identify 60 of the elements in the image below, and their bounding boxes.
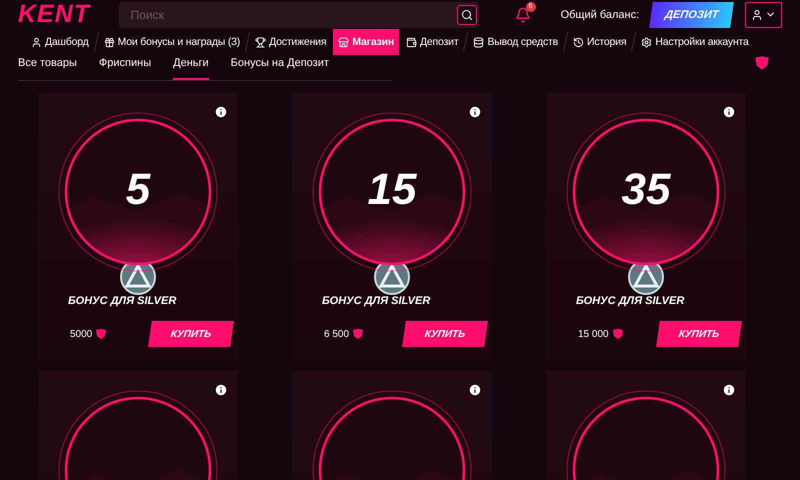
user-menu-button[interactable] [744,2,782,28]
info-button[interactable] [722,105,736,119]
gift-icon [104,36,115,48]
buy-button[interactable]: КУПИТЬ [148,321,234,347]
user-icon [31,36,42,48]
nav-label: Вывод средств [487,36,558,48]
search-field[interactable]: Поиск [118,2,479,28]
points-shield-icon[interactable] [754,55,770,71]
settings-icon [641,36,652,48]
bonus-title: БОНУС ДЛЯ SILVER [576,295,684,307]
coin-icon [352,328,364,340]
category-tab[interactable]: Бонусы на Депозит [230,57,329,80]
search-button[interactable] [456,4,477,24]
nav-label: Магазин [352,36,394,48]
coin-icon [95,328,108,340]
nav-label: Достижения [269,36,326,48]
nav-item[interactable]: Достижения [250,29,332,55]
buy-button[interactable]: КУПИТЬ [656,321,742,347]
search-icon [460,8,473,20]
coin-icon [612,328,624,340]
nav-item[interactable]: Депозит [401,29,464,55]
info-button[interactable] [468,105,482,119]
wallet-icon [406,36,417,48]
clock-icon [572,36,584,48]
bonus-amount: 15 [366,165,418,215]
nav-label: Мои бонусы и награды (3) [118,36,240,48]
price: 5000 [70,328,92,340]
category-tab[interactable]: Фриспины [98,57,152,80]
nav-label: Настройки аккаунта [655,36,749,48]
deposit-button[interactable]: ДЕПОЗИТ [649,2,734,28]
price: 6 500 [324,328,350,340]
nav-label: Дашборд [45,36,89,48]
buy-button[interactable]: КУПИТЬ [402,321,488,347]
nav-item[interactable]: Настройки аккаунта [636,29,754,55]
bonus-title: БОНУС ДЛЯ SILVER [322,295,430,307]
trophy-icon [255,36,266,48]
bell-icon[interactable] [514,6,531,22]
bonus-title: БОНУС ДЛЯ SILVER [68,295,176,307]
kent-logo[interactable]: KENT [18,0,103,29]
nav-label: История [586,36,626,48]
price: 15 000 [578,328,609,340]
category-tab[interactable]: Деньги [173,57,209,80]
bonus-amount: 35 [620,165,672,215]
nav-item[interactable]: Магазин [333,29,399,55]
nav-item[interactable]: Дашборд [26,29,94,55]
category-tab[interactable]: Все товары [18,57,77,80]
info-button[interactable] [214,105,228,119]
bonus-amount: 5 [124,165,152,215]
user-icon [750,8,763,20]
balance-label: Общий баланс: [560,8,640,20]
info-button[interactable] [722,383,736,397]
nav-label: Депозит [420,36,458,48]
info-button[interactable] [468,383,482,397]
info-button[interactable] [214,383,228,397]
store-icon [338,36,350,48]
search-input[interactable]: Поиск [128,6,457,22]
nav-item[interactable]: Мои бонусы и награды (3) [98,29,246,55]
coins-stack-icon [473,36,484,48]
nav-item[interactable]: История [568,29,632,55]
nav-item[interactable]: Вывод средств [468,29,563,55]
